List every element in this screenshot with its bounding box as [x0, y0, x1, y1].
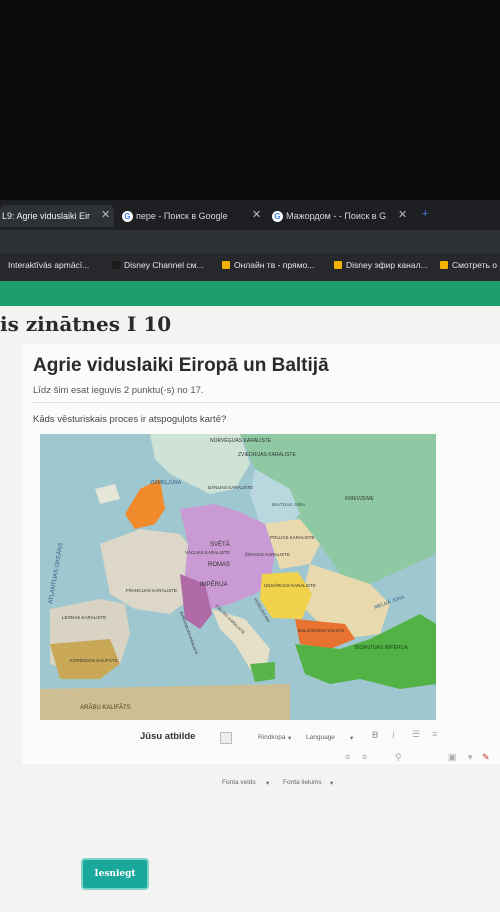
tab-quiz[interactable]: L9: Agrie viduslaiki Eir [0, 205, 114, 227]
monitor-bezel [0, 0, 500, 200]
numbered-list-icon[interactable]: ≡ [432, 729, 437, 739]
map-label-france: FRANCIJAS KARALISTE [126, 588, 177, 593]
submit-button[interactable]: Iesniegt [83, 860, 147, 888]
bookmark-item[interactable]: Interaktīvās apmācī... [8, 260, 89, 270]
chevron-down-icon[interactable]: ▾ [468, 752, 473, 763]
map-label-sweden: ZVIEDRIJAS KARALISTE [238, 452, 296, 458]
bullet-list-icon[interactable]: ☰ [412, 729, 420, 740]
bookmark-item[interactable]: Смотреть о [440, 260, 497, 270]
align-left-icon[interactable]: ≡ [345, 752, 350, 762]
map-label-hre-4: ČEHIJAS KARALISTE [245, 551, 290, 557]
chevron-down-icon: ▾ [330, 780, 334, 787]
close-icon[interactable]: ✕ [101, 208, 110, 221]
map-label-norway: NORVĒĢIJAS KARALISTE [210, 437, 272, 444]
close-icon[interactable]: ✕ [252, 208, 261, 221]
link-icon[interactable]: ⚲ [395, 752, 402, 763]
bookmark-label: Disney Channel см... [124, 260, 204, 270]
disney-icon [112, 261, 120, 269]
map-label-hungary: UNGĀRIJAS KARALISTE [264, 582, 316, 588]
font-size-select[interactable]: Fonta lielums [283, 779, 322, 786]
editor-expand-icon[interactable] [220, 732, 232, 744]
google-icon: G [122, 210, 133, 222]
bookmark-label: Онлайн тв - прямо... [234, 260, 315, 270]
tab-label: L9: Agrie viduslaiki Eir [2, 211, 91, 221]
score-text: Līdz šim esat ieguvis 2 punktu(-s) no 17… [33, 385, 204, 396]
address-bar-area [0, 230, 500, 253]
map-label-cordoba: KORDOVAS KALIFĀTS [70, 657, 118, 663]
map-label-baltic: BALTIJAS JŪRA [272, 501, 305, 507]
bookmark-label: Смотреть о [452, 260, 497, 270]
answer-label: Jūsu atbilde [140, 731, 196, 742]
tab-label: пере - Поиск в Google [136, 211, 228, 221]
map-label-hre-1: SVĒTĀ [210, 541, 230, 548]
tab-google-search-2[interactable]: G Мажордом - - Поиск в G [272, 205, 397, 227]
align-center-icon[interactable]: ≡ [362, 752, 367, 762]
map-label-leon: LEONAS KARALISTE [62, 615, 106, 620]
question-text: Kāds vēsturiskais proces ir atspoguļots … [33, 414, 227, 425]
north-africa-region [40, 684, 290, 720]
language-select[interactable]: Language [306, 734, 335, 741]
map-label-bulgaria: BULGĀRIJAS VALSTS [298, 627, 344, 633]
europe-map: NORVĒĢIJAS KARALISTE ZVIEDRIJAS KARALIST… [40, 434, 436, 720]
bookmark-label: Disney эфир канал... [346, 260, 428, 270]
close-icon[interactable]: ✕ [398, 208, 407, 221]
folder-icon [334, 261, 342, 269]
folder-icon [222, 261, 230, 269]
image-icon[interactable]: ▣ [448, 752, 457, 763]
map-label-hre-3: ROMAS [208, 562, 230, 568]
map-label-arab: ARĀBU KALIFĀTS [80, 704, 131, 711]
chevron-down-icon: ▾ [288, 735, 292, 742]
map-label-denmark: DĀNIJAS KARALISTE [208, 484, 253, 490]
bookmark-item[interactable]: Онлайн тв - прямо... [222, 260, 314, 270]
quiz-title: Agrie viduslaiki Eiropā un Baltijā [33, 355, 329, 376]
new-tab-button[interactable]: + [422, 208, 428, 220]
map-label-russia: KRIEVZEME [345, 496, 375, 502]
folder-icon [440, 261, 448, 269]
course-title: is zinātnes I 10 [0, 312, 172, 336]
tab-label: Мажордом - - Поиск в G [286, 211, 387, 221]
chevron-down-icon: ▾ [350, 735, 354, 742]
bookmark-item[interactable]: Disney эфир канал... [334, 260, 428, 270]
map-label-byzantine: BIZANTIJAS IMPĒRIJA [355, 644, 408, 651]
google-icon: G [272, 210, 283, 222]
divider [33, 402, 500, 403]
map-label-north-sea: ZIEMEĻJŪRA [150, 479, 182, 486]
map-label-hre-2: VĀCIJAS KARALISTE [185, 549, 230, 555]
bookmark-item[interactable]: Disney Channel см... [112, 260, 204, 270]
chevron-down-icon: ▾ [266, 780, 270, 787]
bold-button[interactable]: B [372, 730, 379, 740]
font-family-select[interactable]: Fonta veids [222, 779, 256, 786]
map-label-poland: POLIJAS KARALISTE [270, 535, 315, 540]
tab-google-search-1[interactable]: G пере - Поиск в Google [122, 205, 252, 227]
paragraph-select[interactable]: Rindkopa [258, 734, 285, 741]
italic-button[interactable]: I [392, 730, 395, 740]
clear-format-icon[interactable]: ✎ [482, 752, 490, 763]
bookmark-label: Interaktīvās apmācī... [8, 260, 90, 270]
map-label-hre-5: IMPĒRIJA [200, 581, 228, 588]
